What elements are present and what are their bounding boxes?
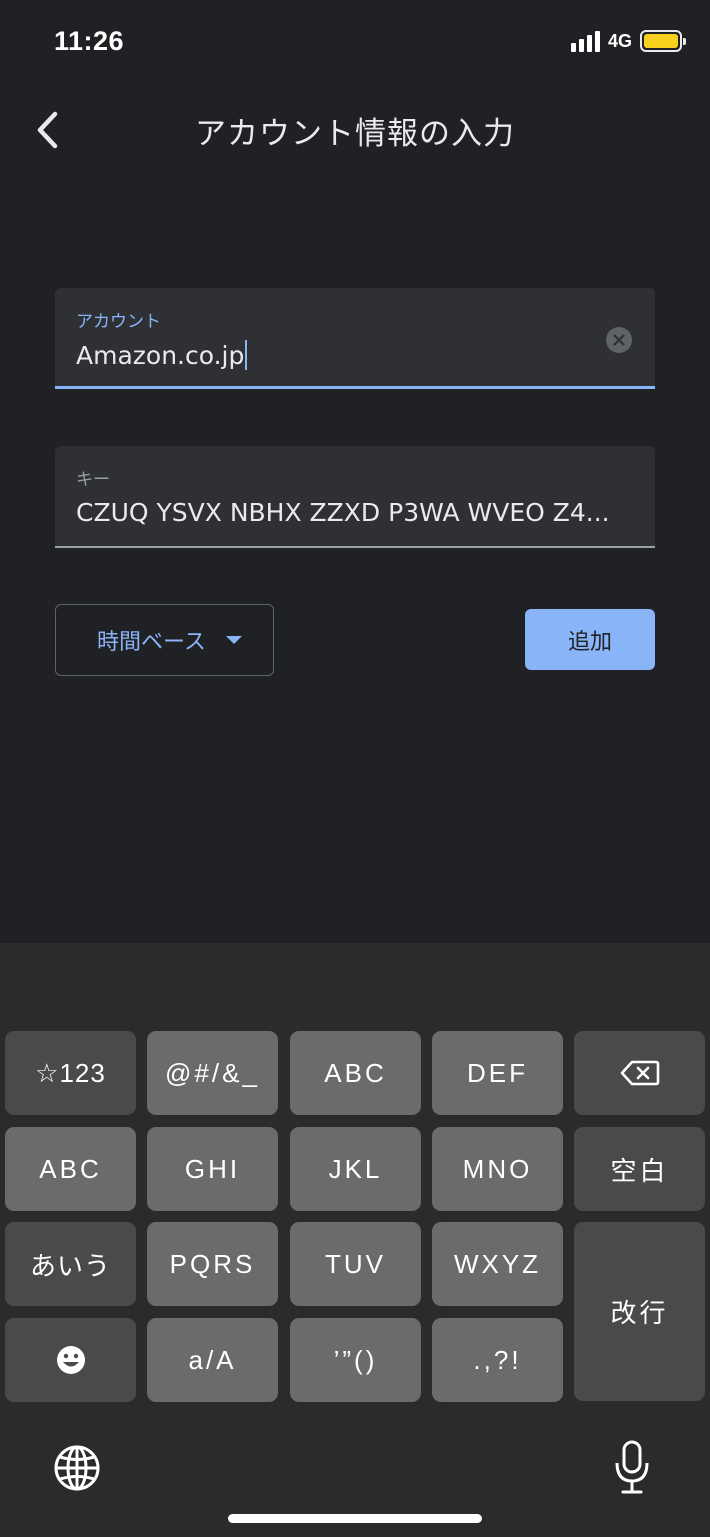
status-indicators: 4G bbox=[570, 30, 686, 52]
emoji-icon bbox=[56, 1346, 85, 1374]
battery-icon bbox=[640, 30, 686, 52]
key-wxyz[interactable]: WXYZ bbox=[432, 1222, 563, 1306]
space-key[interactable]: 空白 bbox=[574, 1127, 705, 1211]
account-value: Amazon.co.jp bbox=[76, 341, 245, 370]
key-label: キー bbox=[76, 470, 110, 490]
backspace-key[interactable] bbox=[574, 1031, 705, 1115]
page-title: アカウント情報の入力 bbox=[195, 116, 515, 152]
text-cursor bbox=[245, 340, 248, 370]
key-mno[interactable]: MNO bbox=[432, 1127, 563, 1211]
return-key[interactable]: 改行 bbox=[574, 1222, 705, 1401]
key-tuv[interactable]: TUV bbox=[290, 1222, 421, 1306]
key-ghi[interactable]: GHI bbox=[147, 1127, 278, 1211]
screen: 11:26 4G アカウント情報の入力 アカウント Amazon.co.jp キ… bbox=[0, 0, 710, 1537]
microphone-icon bbox=[615, 1440, 649, 1494]
home-indicator[interactable] bbox=[228, 1514, 482, 1523]
signal-icon bbox=[570, 30, 600, 52]
key-numbers[interactable]: ☆123 bbox=[5, 1031, 136, 1115]
key-abc-mode[interactable]: ABC bbox=[5, 1127, 136, 1211]
key-jkl[interactable]: JKL bbox=[290, 1127, 421, 1211]
add-button[interactable]: 追加 bbox=[525, 609, 655, 670]
key-quotes[interactable]: ’”() bbox=[290, 1318, 421, 1402]
status-time: 11:26 bbox=[54, 26, 125, 56]
close-icon bbox=[613, 334, 625, 346]
backspace-icon bbox=[620, 1060, 659, 1086]
key-input[interactable]: CZUQ YSVX NBHX ZZXD P3WA WVEO Z4... bbox=[76, 498, 635, 527]
keyboard: ☆123 @#/&_ ABC DEF ABC GHI JKL MNO 空白 あい… bbox=[0, 943, 710, 1537]
globe-icon bbox=[54, 1445, 100, 1491]
key-kana-mode[interactable]: あいう bbox=[5, 1222, 136, 1306]
key-abc[interactable]: ABC bbox=[290, 1031, 421, 1115]
key-type-value: 時間ベース bbox=[97, 630, 206, 655]
key-punctuation[interactable]: .,?! bbox=[432, 1318, 563, 1402]
network-type: 4G bbox=[607, 30, 632, 51]
key-type-dropdown[interactable]: 時間ベース bbox=[55, 604, 274, 676]
dictation-button[interactable] bbox=[612, 1439, 652, 1497]
account-field[interactable]: アカウント Amazon.co.jp bbox=[55, 288, 655, 389]
clear-button[interactable] bbox=[606, 327, 632, 353]
emoji-key[interactable] bbox=[5, 1318, 136, 1402]
key-symbols[interactable]: @#/&_ bbox=[147, 1031, 278, 1115]
key-def[interactable]: DEF bbox=[432, 1031, 563, 1115]
account-input[interactable]: Amazon.co.jp bbox=[76, 340, 635, 370]
account-label: アカウント bbox=[76, 312, 161, 332]
globe-button[interactable] bbox=[52, 1443, 102, 1493]
key-field[interactable]: キー CZUQ YSVX NBHX ZZXD P3WA WVEO Z4... bbox=[55, 446, 655, 548]
key-pqrs[interactable]: PQRS bbox=[147, 1222, 278, 1306]
dropdown-arrow-icon bbox=[225, 636, 242, 644]
key-case-toggle[interactable]: a/A bbox=[147, 1318, 278, 1402]
